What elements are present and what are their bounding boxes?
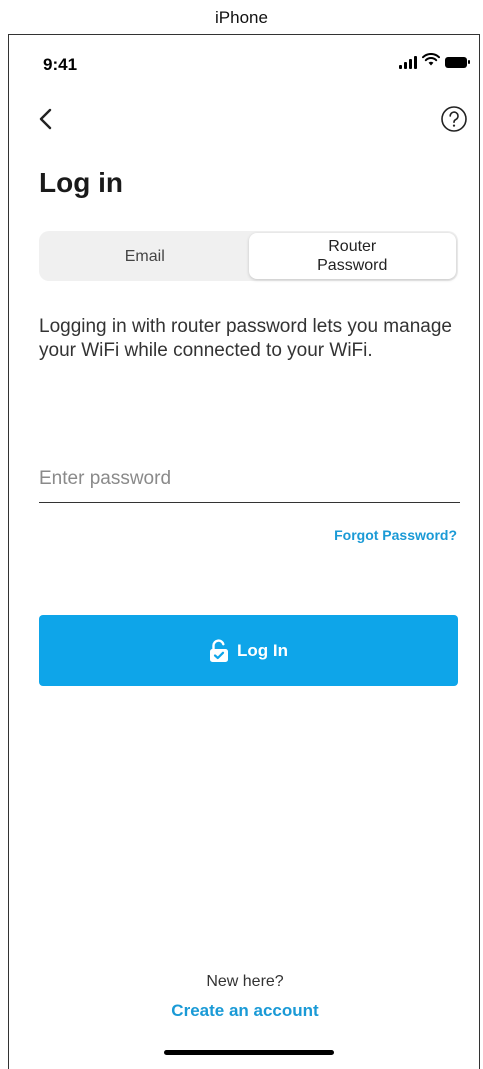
tab-router-password[interactable]: Router Password bbox=[248, 233, 456, 279]
login-button[interactable]: Log In bbox=[39, 615, 458, 686]
chevron-left-icon bbox=[39, 108, 52, 130]
description-text: Logging in with router password lets you… bbox=[39, 316, 452, 361]
back-button[interactable] bbox=[35, 105, 59, 133]
forgot-password-link[interactable]: Forgot Password? bbox=[334, 527, 457, 543]
signal-icon bbox=[399, 55, 417, 69]
new-here-text: New here? bbox=[206, 973, 284, 990]
question-circle-icon bbox=[441, 106, 467, 132]
tab-email-label: Email bbox=[124, 247, 165, 265]
device-label: iPhone bbox=[215, 8, 268, 27]
tab-router-password-label: Router Password bbox=[317, 238, 388, 274]
unlock-icon bbox=[210, 638, 228, 662]
wifi-icon bbox=[422, 53, 440, 71]
phone-screen: 9:41 Log in Email Router Password Loggin… bbox=[8, 34, 480, 1069]
login-button-label: Log In bbox=[237, 640, 288, 660]
status-icons bbox=[399, 53, 470, 71]
login-method-tabs: Email Router Password bbox=[39, 231, 458, 281]
tab-email[interactable]: Email bbox=[41, 233, 249, 279]
battery-icon bbox=[445, 56, 470, 68]
page-title: Log in bbox=[39, 167, 123, 198]
create-account-link[interactable]: Create an account bbox=[9, 1001, 481, 1021]
password-input[interactable] bbox=[39, 455, 460, 503]
status-time: 9:41 bbox=[43, 55, 78, 74]
help-button[interactable] bbox=[440, 105, 468, 133]
home-indicator[interactable] bbox=[164, 1050, 334, 1055]
